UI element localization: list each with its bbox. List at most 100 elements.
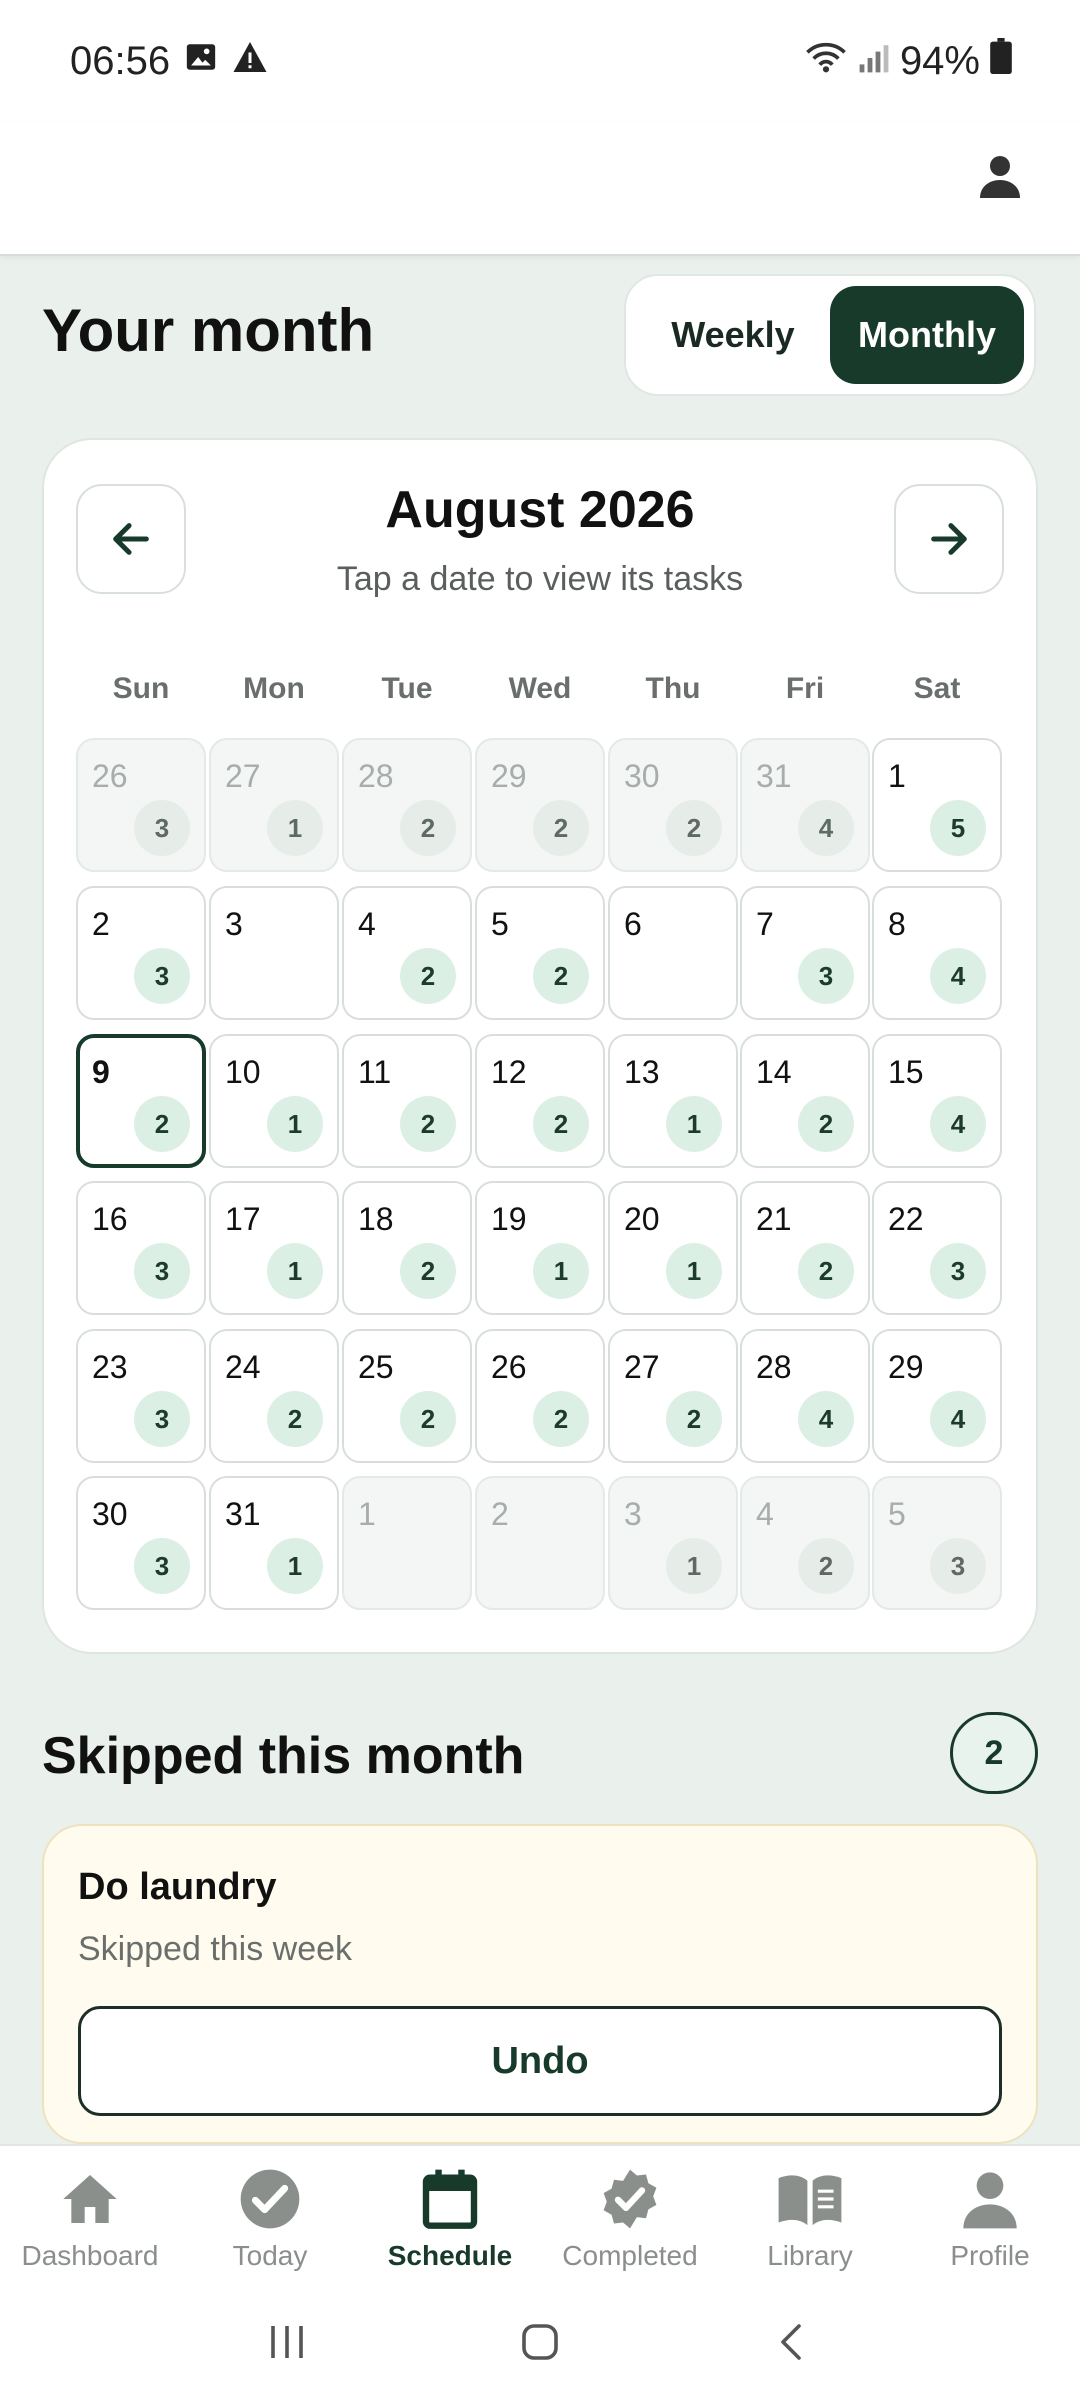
task-count-badge: 2 (134, 1096, 190, 1152)
weekly-toggle-button[interactable]: Weekly (636, 286, 830, 384)
calendar-day[interactable]: 25 2 (342, 1329, 472, 1463)
calendar-day[interactable]: 6 (608, 886, 738, 1020)
recent-apps-icon[interactable] (263, 2318, 311, 2371)
wifi-icon (804, 39, 848, 84)
calendar-day[interactable]: 11 2 (342, 1034, 472, 1168)
task-count-badge: 3 (930, 1243, 986, 1299)
calendar-day[interactable]: 24 2 (209, 1329, 339, 1463)
nav-dashboard[interactable]: Dashboard (0, 2146, 180, 2288)
day-number: 1 (888, 758, 906, 794)
calendar-day[interactable]: 10 1 (209, 1034, 339, 1168)
calendar-day[interactable]: 28 2 (342, 738, 472, 872)
task-count-badge: 1 (666, 1096, 722, 1152)
calendar-day[interactable]: 31 1 (209, 1476, 339, 1610)
task-count-badge: 1 (267, 1538, 323, 1594)
day-number: 15 (888, 1054, 924, 1090)
calendar-day[interactable]: 84 (872, 886, 1002, 1020)
nav-library-label: Library (767, 2240, 853, 2271)
arrow-left-icon (113, 523, 149, 555)
home-icon (53, 2162, 127, 2236)
undo-button[interactable]: Undo (78, 2006, 1002, 2116)
task-count-badge: 2 (533, 1096, 589, 1152)
task-count-badge: 1 (267, 1096, 323, 1152)
day-number: 26 (92, 758, 128, 794)
check-circle-icon (233, 2162, 307, 2236)
nav-schedule[interactable]: Schedule (360, 2146, 540, 2288)
nav-library[interactable]: Library (720, 2146, 900, 2288)
weekday-label: Wed (508, 672, 572, 705)
nav-schedule-label: Schedule (387, 2240, 513, 2271)
calendar-day[interactable]: 18 2 (342, 1181, 472, 1315)
calendar-day[interactable]: 21 2 (740, 1181, 870, 1315)
task-count-badge: 2 (798, 1096, 854, 1152)
nav-profile[interactable]: Profile (900, 2146, 1080, 2288)
calendar-day[interactable]: 30 3 (76, 1476, 206, 1610)
day-number: 29 (888, 1349, 924, 1385)
weekday-label: Sun (112, 672, 170, 705)
calendar-day[interactable]: 20 1 (608, 1181, 738, 1315)
calendar-day[interactable]: 31 (608, 1476, 738, 1610)
calendar-day[interactable]: 30 2 (608, 738, 738, 872)
calendar-day[interactable]: 14 2 (740, 1034, 870, 1168)
status-bar: 06:56 94% (0, 0, 1080, 122)
task-count-badge: 2 (798, 1243, 854, 1299)
task-count-badge: 1 (267, 1243, 323, 1299)
nav-completed[interactable]: Completed (540, 2146, 720, 2288)
skipped-task-title: Do laundry (78, 1866, 277, 1908)
calendar-day[interactable]: 26 2 (475, 1329, 605, 1463)
calendar-day[interactable]: 13 1 (608, 1034, 738, 1168)
calendar-day[interactable]: 52 (475, 886, 605, 1020)
day-number: 12 (491, 1054, 527, 1090)
calendar-day[interactable]: 29 4 (872, 1329, 1002, 1463)
skipped-task-note: Skipped this week (78, 1930, 353, 1968)
calendar-day[interactable]: 17 1 (209, 1181, 339, 1315)
calendar-day[interactable]: 16 3 (76, 1181, 206, 1315)
day-number: 29 (491, 758, 527, 794)
next-month-button[interactable] (894, 484, 1004, 594)
calendar-day[interactable]: 42 (342, 886, 472, 1020)
task-count-badge: 1 (533, 1243, 589, 1299)
day-number: 10 (225, 1054, 261, 1090)
calendar-day[interactable]: 23 (76, 886, 206, 1020)
calendar-day[interactable]: 15 4 (872, 1034, 1002, 1168)
task-count-badge: 1 (666, 1243, 722, 1299)
calendar-day[interactable]: 28 4 (740, 1329, 870, 1463)
day-number: 27 (624, 1349, 660, 1385)
bottom-nav: Dashboard Today Schedule Completed Libra… (0, 2144, 1080, 2288)
calendar-day[interactable]: 19 1 (475, 1181, 605, 1315)
signal-icon (858, 39, 890, 84)
nav-today[interactable]: Today (180, 2146, 360, 2288)
previous-month-button[interactable] (76, 484, 186, 594)
day-number: 20 (624, 1201, 660, 1237)
image-icon (184, 39, 218, 84)
day-number: 5 (888, 1496, 906, 1532)
calendar-day[interactable]: 23 3 (76, 1329, 206, 1463)
calendar-day[interactable]: 3 (209, 886, 339, 1020)
day-number: 4 (756, 1496, 774, 1532)
monthly-toggle-button[interactable]: Monthly (830, 286, 1024, 384)
calendar-day[interactable]: 12 2 (475, 1034, 605, 1168)
back-icon[interactable] (769, 2318, 817, 2371)
calendar-day[interactable]: 26 3 (76, 738, 206, 872)
task-count-badge: 4 (930, 1096, 986, 1152)
calendar-day[interactable]: 42 (740, 1476, 870, 1610)
day-number: 19 (491, 1201, 527, 1237)
account-button[interactable] (964, 140, 1036, 212)
calendar-day[interactable]: 73 (740, 886, 870, 1020)
calendar-day[interactable]: 29 2 (475, 738, 605, 872)
calendar-icon (413, 2162, 487, 2236)
calendar-day[interactable]: 31 4 (740, 738, 870, 872)
calendar-day[interactable]: 27 2 (608, 1329, 738, 1463)
calendar-day[interactable]: 27 1 (209, 738, 339, 872)
calendar-day-selected[interactable]: 92 (76, 1034, 206, 1168)
month-title: August 2026 (385, 481, 695, 539)
calendar-day[interactable]: 1 (342, 1476, 472, 1610)
status-time: 06:56 (70, 38, 171, 83)
calendar-day[interactable]: 22 3 (872, 1181, 1002, 1315)
calendar-day[interactable]: 53 (872, 1476, 1002, 1610)
calendar-day[interactable]: 15 (872, 738, 1002, 872)
day-number: 28 (358, 758, 394, 794)
calendar-day[interactable]: 2 (475, 1476, 605, 1610)
arrow-right-icon (931, 523, 967, 555)
home-circle-icon[interactable] (516, 2318, 564, 2371)
